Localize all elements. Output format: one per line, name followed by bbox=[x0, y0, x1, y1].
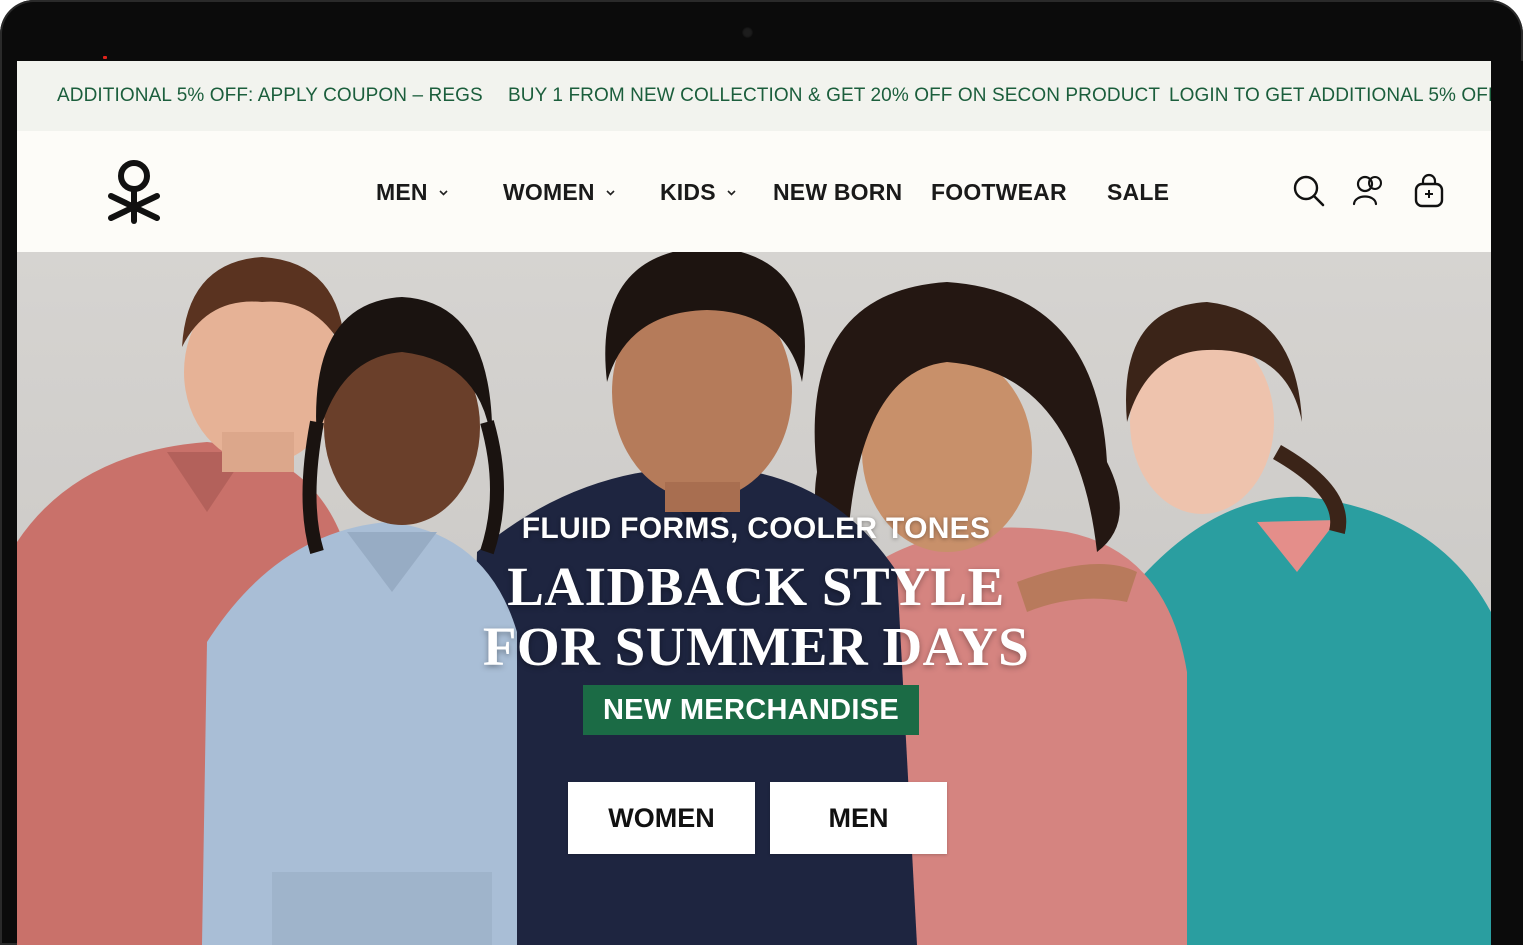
announcement-login-offer: LOGIN TO GET ADDITIONAL 5% OFF bbox=[1169, 85, 1491, 106]
announcement-bar: ADDITIONAL 5% OFF: APPLY COUPON – REGS B… bbox=[17, 61, 1491, 131]
site-header: MEN WOMEN KIDS NEW BORN FOOTWEAR SALE bbox=[17, 131, 1491, 252]
hero-content: FLUID FORMS, COOLER TONES LAIDBACK STYLE… bbox=[17, 252, 1491, 945]
announcement-coupon: ADDITIONAL 5% OFF: APPLY COUPON – REGS bbox=[57, 85, 483, 106]
nav-sale[interactable]: SALE bbox=[1107, 179, 1169, 206]
account-icon[interactable] bbox=[1351, 173, 1387, 209]
laptop-bezel-right bbox=[1491, 61, 1523, 945]
nav-kids-label: KIDS bbox=[660, 179, 716, 205]
nav-women[interactable]: WOMEN bbox=[503, 179, 616, 206]
webcam bbox=[742, 27, 753, 38]
shop-men-button[interactable]: MEN bbox=[770, 782, 947, 854]
search-icon[interactable] bbox=[1291, 173, 1327, 209]
hero-headline-line1: LAIDBACK STYLE bbox=[507, 556, 1005, 617]
hero-headline-line2: FOR SUMMER DAYS bbox=[482, 616, 1030, 677]
browser-screen: ADDITIONAL 5% OFF: APPLY COUPON – REGS B… bbox=[17, 61, 1491, 945]
shopping-bag-icon[interactable] bbox=[1411, 173, 1447, 209]
announcement-collection-offer: BUY 1 FROM NEW COLLECTION & GET 20% OFF … bbox=[508, 85, 1161, 106]
main-nav: MEN WOMEN KIDS NEW BORN FOOTWEAR SALE bbox=[17, 179, 1217, 209]
chevron-down-icon bbox=[727, 190, 736, 196]
nav-footwear[interactable]: FOOTWEAR bbox=[931, 179, 1067, 206]
nav-new-born[interactable]: NEW BORN bbox=[773, 179, 902, 206]
hero-banner: FLUID FORMS, COOLER TONES LAIDBACK STYLE… bbox=[17, 252, 1491, 945]
hero-eyebrow: FLUID FORMS, COOLER TONES bbox=[521, 512, 991, 545]
nav-kids[interactable]: KIDS bbox=[660, 179, 737, 206]
nav-women-label: WOMEN bbox=[503, 179, 595, 205]
shop-women-button[interactable]: WOMEN bbox=[568, 782, 755, 854]
laptop-device: ADDITIONAL 5% OFF: APPLY COUPON – REGS B… bbox=[0, 0, 1529, 945]
nav-men[interactable]: MEN bbox=[376, 179, 449, 206]
new-merchandise-badge: NEW MERCHANDISE bbox=[583, 685, 919, 735]
indicator-dot bbox=[103, 56, 107, 59]
chevron-down-icon bbox=[606, 190, 615, 196]
hero-headline: LAIDBACK STYLE FOR SUMMER DAYS bbox=[417, 557, 1095, 677]
nav-men-label: MEN bbox=[376, 179, 428, 205]
nav-sale-label: SALE bbox=[1107, 179, 1170, 205]
nav-footwear-label: FOOTWEAR bbox=[931, 179, 1067, 205]
nav-new-born-label: NEW BORN bbox=[773, 179, 903, 205]
chevron-down-icon bbox=[439, 190, 448, 196]
